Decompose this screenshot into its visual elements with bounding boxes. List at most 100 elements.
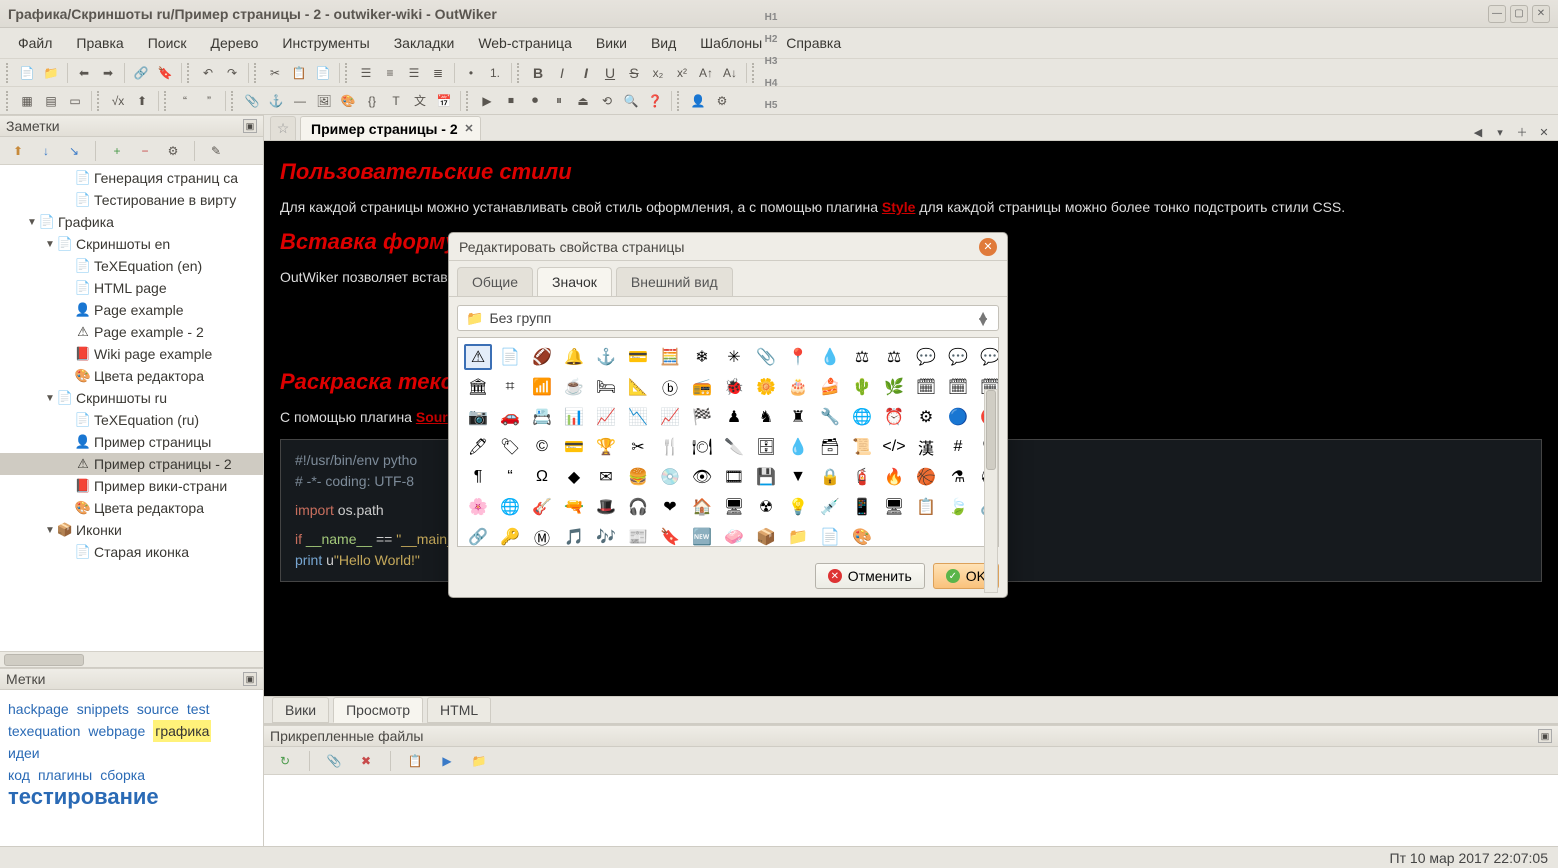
icon-choice[interactable]: 💬 (912, 344, 940, 370)
icon-choice[interactable]: 🏁 (688, 404, 716, 430)
attach-paste-icon[interactable]: 📋 (404, 750, 426, 772)
icon-choice[interactable]: 🎂 (784, 374, 812, 400)
icon-choice[interactable]: 💧 (784, 434, 812, 460)
icon-choice[interactable]: 🔗 (464, 524, 492, 547)
color-icon[interactable]: 🎨 (337, 90, 359, 112)
hr-icon[interactable]: — (289, 90, 311, 112)
icon-choice[interactable]: 📶 (528, 374, 556, 400)
tree-item[interactable]: 📄Старая иконка (0, 541, 263, 563)
stop-icon[interactable]: ⏹ (500, 90, 522, 112)
run-icon[interactable]: ▶ (476, 90, 498, 112)
new-icon[interactable]: 📄 (16, 62, 38, 84)
icon-choice[interactable]: 💬 (944, 344, 972, 370)
bold-icon[interactable]: B (527, 62, 549, 84)
icon-choice[interactable]: 💡 (784, 494, 812, 520)
tree-up-icon[interactable]: ⬆ (8, 141, 28, 161)
cut-icon[interactable]: ✂ (264, 62, 286, 84)
icon-choice[interactable]: 🔧 (816, 404, 844, 430)
icon-choice[interactable]: 🍔 (624, 464, 652, 490)
icon-choice[interactable]: ☕ (560, 374, 588, 400)
icon-choice[interactable]: 🍃 (944, 494, 972, 520)
tab-prev-icon[interactable]: ◀ (1470, 124, 1486, 140)
icon-choice[interactable]: 📋 (912, 494, 940, 520)
icon-choice[interactable]: ☢ (752, 494, 780, 520)
icon-choice[interactable]: ⚙ (912, 404, 940, 430)
icon-choice[interactable]: 🗄 (752, 434, 780, 460)
tag-webpage[interactable]: webpage (88, 720, 145, 742)
tag-тестирование[interactable]: тестирование (8, 786, 159, 808)
icon-choice[interactable]: 📇 (528, 404, 556, 430)
icon-choice[interactable]: 📷 (464, 404, 492, 430)
tree-item[interactable]: 📕Wiki page example (0, 343, 263, 365)
cell-icon[interactable]: ▭ (64, 90, 86, 112)
icon-choice[interactable]: 🛏 (592, 374, 620, 400)
tree-hscroll[interactable] (0, 651, 263, 667)
tree-item[interactable]: 📄Генерация страниц са (0, 167, 263, 189)
icon-choice[interactable]: Ω (528, 464, 556, 490)
icon-choice[interactable]: 🎞 (720, 464, 748, 490)
open-icon[interactable]: 📁 (40, 62, 62, 84)
icon-choice[interactable]: 🗓 (944, 374, 972, 400)
icon-choice[interactable]: 💳 (560, 434, 588, 460)
icon-choice[interactable]: ♟ (720, 404, 748, 430)
icon-choice[interactable]: ✂ (624, 434, 652, 460)
back-icon[interactable]: ⬅ (73, 62, 95, 84)
icon-choice[interactable]: ⚓ (592, 344, 620, 370)
icon-choice[interactable]: ▼ (784, 464, 812, 490)
menu-Вид[interactable]: Вид (641, 31, 686, 55)
icon-choice[interactable]: 🏈 (528, 344, 556, 370)
lang-icon[interactable]: 文 (409, 90, 431, 112)
dialog-tab-0[interactable]: Общие (457, 267, 533, 296)
menu-Дерево[interactable]: Дерево (201, 31, 269, 55)
table-icon[interactable]: ▦ (16, 90, 38, 112)
menu-Правка[interactable]: Правка (66, 31, 133, 55)
icon-choice[interactable]: 📱 (848, 494, 876, 520)
settings-icon[interactable]: ⚙ (711, 90, 733, 112)
dialog-tab-2[interactable]: Внешний вид (616, 267, 733, 296)
dialog-close-icon[interactable]: ✕ (979, 238, 997, 256)
icon-choice[interactable]: 🍽 (688, 434, 716, 460)
icon-choice[interactable]: 🏛 (464, 374, 492, 400)
tree-item[interactable]: 🎨Цвета редактора (0, 365, 263, 387)
anchor-icon[interactable]: ⚓ (265, 90, 287, 112)
tree-item[interactable]: ▼📦Иконки (0, 519, 263, 541)
icon-choice[interactable]: 💧 (816, 344, 844, 370)
tab-menu-icon[interactable]: ▾ (1492, 124, 1508, 140)
icon-choice[interactable]: Ⓜ (528, 524, 556, 547)
icon-choice[interactable]: ✉ (592, 464, 620, 490)
tree-down-icon[interactable]: ↓ (36, 141, 56, 161)
icon-choice[interactable]: 🔪 (720, 434, 748, 460)
icon-choice[interactable]: 📈 (656, 404, 684, 430)
icon-choice[interactable]: 📍 (784, 344, 812, 370)
tree-item[interactable]: 🎨Цвета редактора (0, 497, 263, 519)
align-left-icon[interactable]: ☰ (355, 62, 377, 84)
icon-choice[interactable]: 🧮 (656, 344, 684, 370)
favorite-tab-icon[interactable]: ☆ (270, 116, 296, 140)
icon-choice[interactable]: ✳ (720, 344, 748, 370)
tree-item[interactable]: 📄TeXEquation (ru) (0, 409, 263, 431)
bookmark-icon[interactable]: 🔖 (154, 62, 176, 84)
menu-Файл[interactable]: Файл (8, 31, 62, 55)
tags-panel-close-icon[interactable]: ▣ (243, 672, 257, 686)
icon-choice[interactable]: 🌐 (848, 404, 876, 430)
sup-icon[interactable]: x² (671, 62, 693, 84)
icon-choice[interactable]: 🎨 (848, 524, 876, 547)
dialog-tab-1[interactable]: Значок (537, 267, 612, 296)
icon-choice[interactable]: </> (880, 434, 908, 460)
attach-icon[interactable]: 📎 (241, 90, 263, 112)
date-icon[interactable]: 📅 (433, 90, 455, 112)
icon-choice[interactable]: 🏷 (496, 434, 524, 460)
tag-код[interactable]: код (8, 764, 30, 786)
icon-choice[interactable]: ⌗ (496, 374, 524, 400)
undo-icon[interactable]: ↶ (197, 62, 219, 84)
image-icon[interactable]: 🖼 (313, 90, 335, 112)
icon-choice[interactable]: 🏆 (592, 434, 620, 460)
icon-choice[interactable]: ⓑ (656, 374, 684, 400)
help-icon[interactable]: ❓ (644, 90, 666, 112)
icon-choice[interactable]: ⚖ (880, 344, 908, 370)
tag-snippets[interactable]: snippets (77, 698, 129, 720)
icon-choice[interactable]: 📰 (624, 524, 652, 547)
icon-choice[interactable]: 🔔 (560, 344, 588, 370)
window-close-button[interactable]: ✕ (1532, 5, 1550, 23)
tab-add-icon[interactable]: ＋ (1514, 124, 1530, 140)
